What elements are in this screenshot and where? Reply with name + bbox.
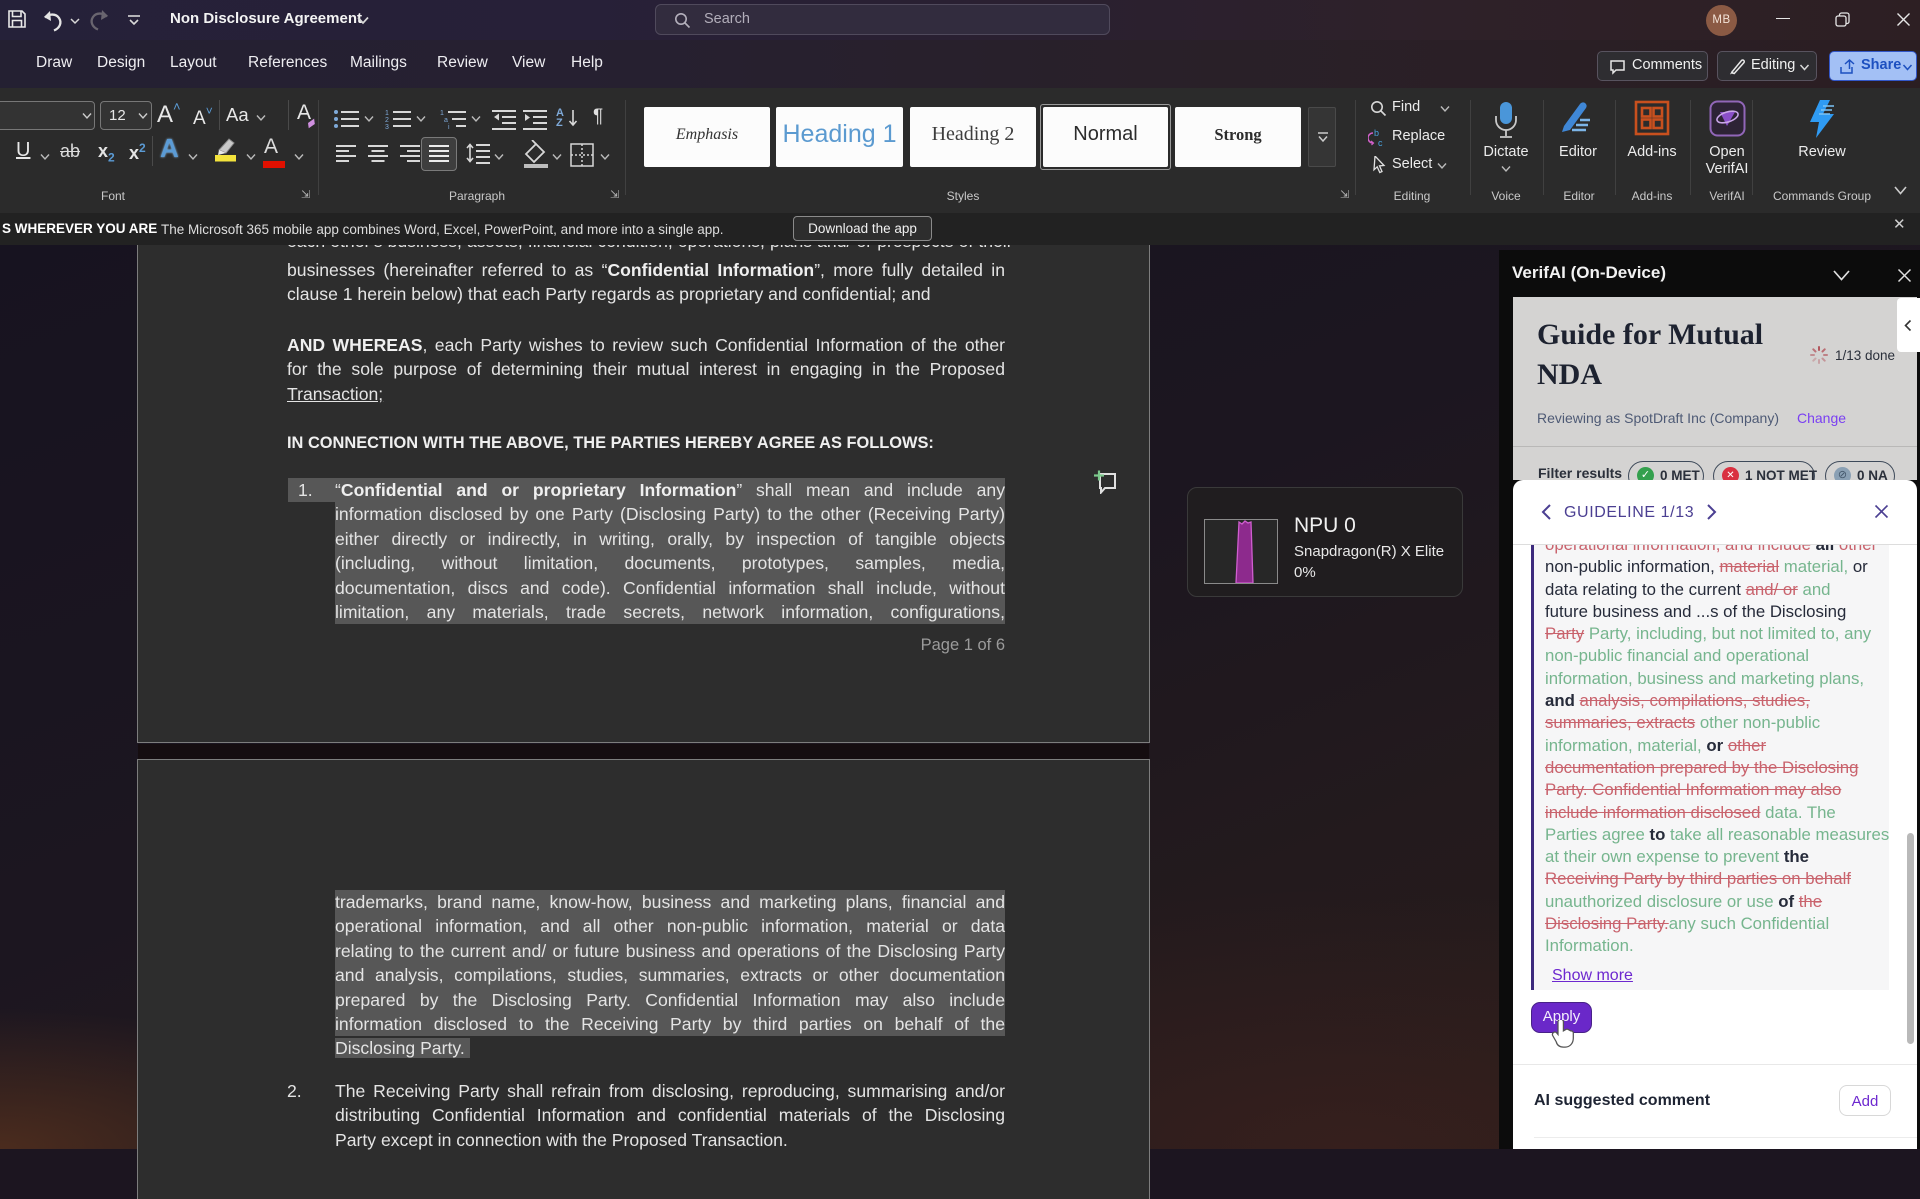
svg-text:c: c	[1378, 138, 1383, 148]
svg-text:a: a	[444, 117, 448, 124]
svg-text:b: b	[1374, 128, 1379, 138]
svg-text:1: 1	[440, 110, 444, 117]
svg-text:3: 3	[385, 124, 389, 130]
svg-text:i: i	[448, 124, 450, 130]
svg-text:2: 2	[385, 117, 389, 124]
svg-text:1: 1	[385, 110, 389, 117]
